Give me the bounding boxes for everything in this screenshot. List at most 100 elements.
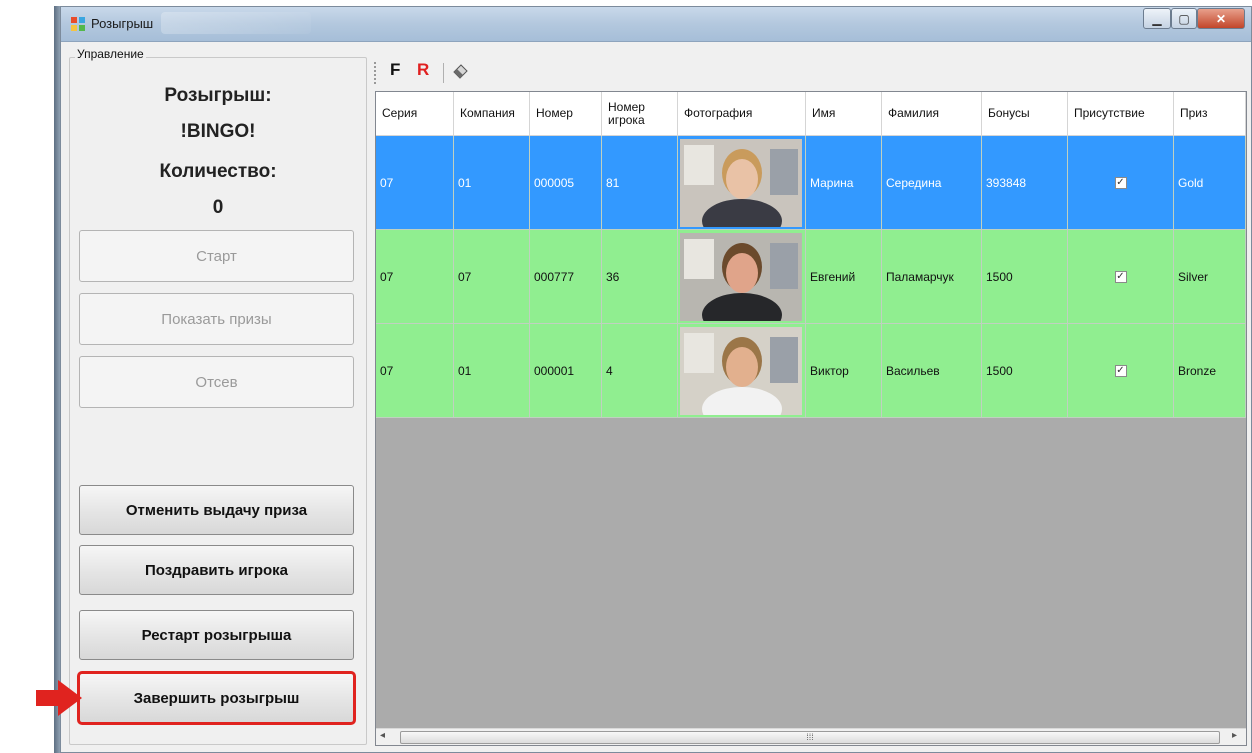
cell-text: 000005 <box>534 175 575 190</box>
horizontal-scrollbar[interactable]: ◂ ⁞⁞⁞ ▸ <box>376 728 1246 745</box>
cell-player-number[interactable]: 81 <box>602 136 678 230</box>
minimize-icon: ▁ <box>1152 11 1162 26</box>
cell-last-name[interactable]: Паламарчук <box>882 230 982 324</box>
cell-text: 01 <box>458 175 472 190</box>
presence-checkbox[interactable]: ✓ <box>1114 364 1127 377</box>
player-photo <box>680 232 802 321</box>
cell-first-name[interactable]: Виктор <box>806 324 882 418</box>
minimize-button[interactable]: ▁ <box>1143 8 1171 29</box>
cell-bonus[interactable]: 393848 <box>982 136 1068 230</box>
cell-text: Silver <box>1178 269 1209 284</box>
cell-bonus[interactable]: 1500 <box>982 230 1068 324</box>
cell-text: Евгений <box>810 269 856 284</box>
show-prizes-button[interactable]: Показать призы <box>79 293 354 345</box>
column-header-photo[interactable]: Фотография <box>678 92 806 136</box>
cell-presence[interactable]: ✓ <box>1068 136 1174 230</box>
scroll-thumb[interactable]: ⁞⁞⁞ <box>400 731 1220 744</box>
cell-text: 07 <box>380 269 394 284</box>
cell-text: 36 <box>606 269 620 284</box>
cell-series[interactable]: 07 <box>376 324 454 418</box>
cell-text: Марина <box>810 175 854 190</box>
column-header-presence[interactable]: Присутствие <box>1068 92 1174 136</box>
cell-prize[interactable]: Silver <box>1174 230 1246 324</box>
cell-player-number[interactable]: 36 <box>602 230 678 324</box>
cell-series[interactable]: 07 <box>376 230 454 324</box>
close-button[interactable]: ✕ <box>1197 8 1245 29</box>
cell-number[interactable]: 000005 <box>530 136 602 230</box>
toolbar-r-button[interactable]: R <box>417 60 429 80</box>
draw-title-label: Розыгрыш: <box>164 85 272 106</box>
cell-presence[interactable]: ✓ <box>1068 230 1174 324</box>
cell-text: Gold <box>1178 175 1204 190</box>
column-header-prize[interactable]: Приз <box>1174 92 1246 136</box>
app-icon <box>71 17 85 31</box>
column-header-company[interactable]: Компания <box>454 92 530 136</box>
cancel-prize-button[interactable]: Отменить выдачу приза <box>79 485 354 535</box>
cell-text: 393848 <box>986 175 1027 190</box>
screening-button[interactable]: Отсев <box>79 356 354 408</box>
cell-last-name[interactable]: Середина <box>882 136 982 230</box>
column-header-first-name[interactable]: Имя <box>806 92 882 136</box>
cell-presence[interactable]: ✓ <box>1068 324 1174 418</box>
cell-player-number[interactable]: 4 <box>602 324 678 418</box>
maximize-icon: ▢ <box>1178 11 1190 26</box>
column-header-series[interactable]: Серия <box>376 92 454 136</box>
cell-company[interactable]: 01 <box>454 136 530 230</box>
column-header-bonus[interactable]: Бонусы <box>982 92 1068 136</box>
cell-text: 4 <box>606 363 613 378</box>
title-bar[interactable]: Розыгрыш ▁ ▢ ✕ <box>61 7 1251 42</box>
player-photo <box>680 138 802 227</box>
cell-text: Bronze <box>1178 363 1217 378</box>
close-icon: ✕ <box>1215 11 1227 26</box>
cell-last-name[interactable]: Васильев <box>882 324 982 418</box>
cell-first-name[interactable]: Евгений <box>806 230 882 324</box>
cell-text: 07 <box>380 363 394 378</box>
count-label: Количество: <box>159 161 277 182</box>
cell-number[interactable]: 000001 <box>530 324 602 418</box>
cell-prize[interactable]: Gold <box>1174 136 1246 230</box>
cell-text: Середина <box>886 175 942 190</box>
cell-text: 000001 <box>534 363 575 378</box>
count-value: 0 <box>212 197 224 218</box>
column-header-player-number[interactable]: Номер игрока <box>602 92 678 136</box>
finish-button[interactable]: Завершить розыгрыш <box>77 671 356 725</box>
toolbar-separator <box>443 63 444 83</box>
cell-text: 07 <box>458 269 472 284</box>
column-header-number[interactable]: Номер <box>530 92 602 136</box>
maximize-button[interactable]: ▢ <box>1171 8 1197 29</box>
cell-text: 1500 <box>986 269 1013 284</box>
cell-photo[interactable] <box>678 230 806 324</box>
cell-company[interactable]: 07 <box>454 230 530 324</box>
player-photo <box>680 326 802 415</box>
cell-company[interactable]: 01 <box>454 324 530 418</box>
scroll-left-icon[interactable]: ◂ <box>380 730 385 741</box>
cell-prize[interactable]: Bronze <box>1174 324 1246 418</box>
cell-text: 01 <box>458 363 472 378</box>
cell-photo[interactable] <box>678 136 806 230</box>
cell-first-name[interactable]: Марина <box>806 136 882 230</box>
scroll-right-icon[interactable]: ▸ <box>1232 730 1237 741</box>
players-grid[interactable]: ◂ ⁞⁞⁞ ▸ Серия Компания Номер Номер игрока Фо… <box>375 91 1247 746</box>
column-header-last-name[interactable]: Фамилия <box>882 92 982 136</box>
presence-checkbox[interactable]: ✓ <box>1114 176 1127 189</box>
cell-text: Васильев <box>886 363 940 378</box>
cell-text: Виктор <box>810 363 849 378</box>
title-blur <box>161 12 311 34</box>
cell-text: 000777 <box>534 269 575 284</box>
cell-photo[interactable] <box>678 324 806 418</box>
restart-button[interactable]: Рестарт розыгрыша <box>79 610 354 660</box>
cell-text: Паламарчук <box>886 269 954 284</box>
app-window: Розыгрыш ▁ ▢ ✕ Управление Розыгрыш: !BIN… <box>60 6 1252 753</box>
cell-number[interactable]: 000777 <box>530 230 602 324</box>
cell-series[interactable]: 07 <box>376 136 454 230</box>
toolbar-grip[interactable] <box>374 62 379 84</box>
congratulate-button[interactable]: Поздравить игрока <box>79 545 354 595</box>
presence-checkbox[interactable]: ✓ <box>1114 270 1127 283</box>
start-button[interactable]: Старт <box>79 230 354 282</box>
toolbar-f-button[interactable]: F <box>390 60 400 80</box>
cell-text: 07 <box>380 175 394 190</box>
eraser-icon[interactable] <box>451 62 469 80</box>
red-arrow-icon <box>36 680 82 716</box>
window-title: Розыгрыш <box>91 16 154 31</box>
cell-bonus[interactable]: 1500 <box>982 324 1068 418</box>
